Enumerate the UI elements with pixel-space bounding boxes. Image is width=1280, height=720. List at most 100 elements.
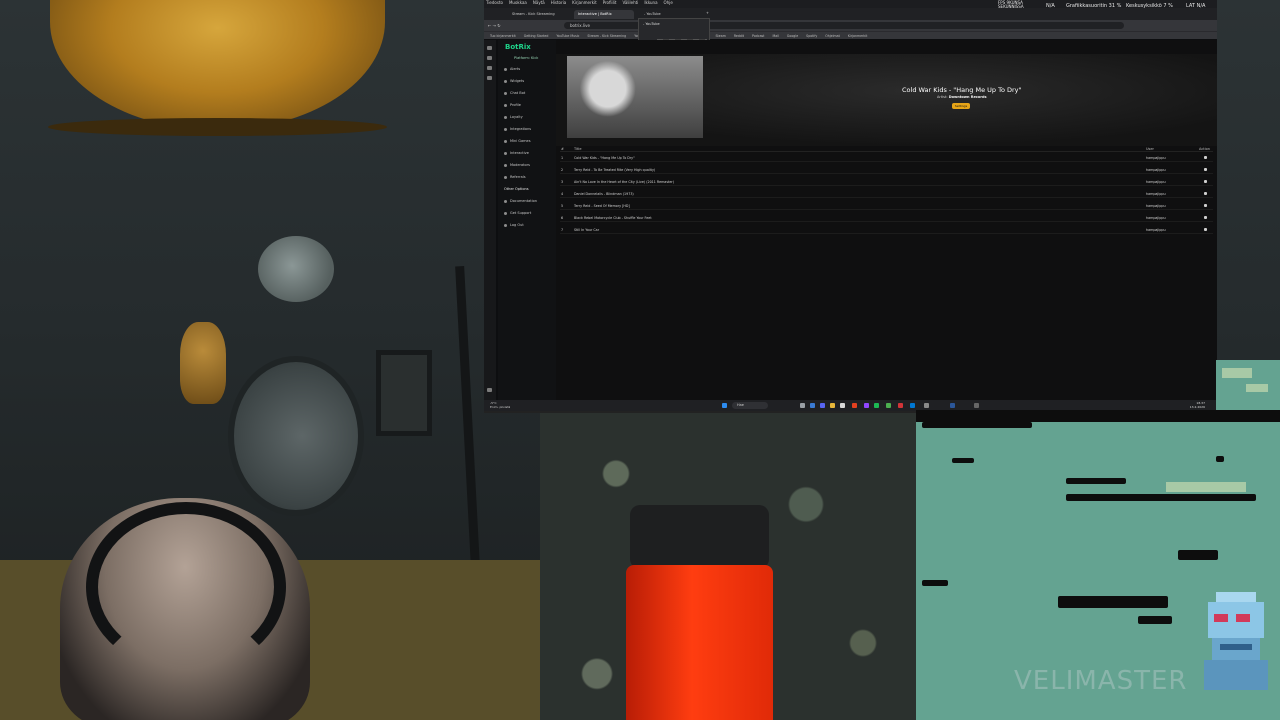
- game-terrain: [1066, 494, 1256, 501]
- os-menu-item[interactable]: Tiedosto: [486, 0, 503, 5]
- taskbar-search[interactable]: Hae: [732, 402, 768, 409]
- sidebar-item-alerts[interactable]: Alerts: [504, 67, 520, 71]
- sidebar-item-icon: [504, 127, 507, 131]
- start-icon[interactable]: [722, 403, 727, 408]
- sidebar-item-log-out[interactable]: Log Out: [504, 223, 524, 227]
- sidebar-item-referrals[interactable]: Referrals: [504, 175, 526, 179]
- now-playing-title: Cold War Kids - "Hang Me Up To Dry": [902, 86, 1022, 94]
- delete-icon[interactable]: [1204, 180, 1207, 183]
- row-user: hampajippu: [1146, 216, 1166, 220]
- bookmark-item[interactable]: Google: [787, 34, 798, 38]
- os-menu-item[interactable]: Historia: [551, 0, 566, 5]
- twitch-icon[interactable]: [864, 403, 869, 408]
- bookmark-item[interactable]: Tuo kirjanmerkit: [490, 34, 516, 38]
- sidebar-item-label: Loyalty: [510, 115, 523, 119]
- sidebar-item-mini-games[interactable]: Mini Games: [504, 139, 531, 143]
- tab-botrix[interactable]: Interactive | BotRix: [574, 10, 634, 19]
- bookmark-item[interactable]: Reddit: [734, 34, 744, 38]
- sidebar-item-integrations[interactable]: Integrations: [504, 127, 531, 131]
- row-number: 5: [561, 204, 564, 208]
- rail-downloads-icon[interactable]: [487, 76, 492, 80]
- bookmark-item[interactable]: Stream - Kick Streaming: [587, 34, 626, 38]
- bookmark-item[interactable]: Podcast: [752, 34, 764, 38]
- spotify-icon[interactable]: [874, 403, 879, 408]
- os-menubar: Tiedosto Muokkaa Näytä Historia Kirjanmerkit…: [484, 0, 1217, 9]
- os-menu-item[interactable]: Näytä: [533, 0, 545, 5]
- video-thumbnail[interactable]: [567, 56, 703, 138]
- sidebar-item-widgets[interactable]: Widgets: [504, 79, 524, 83]
- bookmark-item[interactable]: Spotify: [806, 34, 817, 38]
- sidebar-item-interactive[interactable]: Interactive: [504, 151, 529, 155]
- sidebar-item-loyalty[interactable]: Loyalty: [504, 115, 523, 119]
- task-view-icon[interactable]: [800, 403, 805, 408]
- nav-arrows-icon[interactable]: ← → ↻: [488, 23, 501, 28]
- row-user: hampajippu: [1146, 192, 1166, 196]
- rail-bookmark-icon[interactable]: [487, 56, 492, 60]
- gold-figurine: [180, 322, 226, 404]
- sidebar-item-documentation[interactable]: Documentation: [504, 199, 537, 203]
- sidebar-item-label: Get Support: [510, 211, 532, 215]
- sidebar-item-chat-bot[interactable]: Chat Bot: [504, 91, 525, 95]
- folder-icon[interactable]: [830, 403, 835, 408]
- os-menu-item[interactable]: Muokkaa: [509, 0, 527, 5]
- bookmark-item[interactable]: Getting Started: [524, 34, 549, 38]
- microphone-head: [630, 505, 769, 569]
- row-user: hampajippu: [1146, 228, 1166, 232]
- os-menu-item[interactable]: Ohje: [664, 0, 673, 5]
- sidebar-item-label: Log Out: [510, 223, 524, 227]
- store-icon[interactable]: [840, 403, 845, 408]
- taskbar-clock[interactable]: 18.37 13.2.2026: [1190, 401, 1205, 409]
- delete-icon[interactable]: [1204, 216, 1207, 219]
- app-icon-grey[interactable]: [924, 403, 929, 408]
- os-menu-item[interactable]: Kirjanmerkit: [572, 0, 596, 5]
- settings-button[interactable]: Settings: [952, 103, 970, 109]
- bookmark-item[interactable]: Mail: [772, 34, 778, 38]
- rail-home-icon[interactable]: [487, 46, 492, 50]
- game-terrain: [1058, 596, 1168, 608]
- game-highlight: [1166, 482, 1246, 492]
- row-user: hampajippu: [1146, 168, 1166, 172]
- obs-icon[interactable]: [852, 403, 857, 408]
- delete-icon[interactable]: [1204, 168, 1207, 171]
- bookmark-item[interactable]: YouTube Music: [556, 34, 579, 38]
- browser-side-rail: [484, 40, 496, 400]
- app-icon-blue[interactable]: [910, 403, 915, 408]
- sidebar-item-label: Other Options: [504, 187, 529, 191]
- sidebar-item-label: Profile: [510, 103, 521, 107]
- os-menu-item[interactable]: Ikkuna: [644, 0, 657, 5]
- edge-icon[interactable]: [810, 403, 815, 408]
- rail-settings-icon[interactable]: [487, 388, 492, 392]
- sidebar-item-icon: [504, 103, 507, 107]
- bookmark-item[interactable]: Ohjelmat: [825, 34, 840, 38]
- botrix-logo[interactable]: BotRix: [505, 43, 531, 51]
- sidebar-item-moderators[interactable]: Moderators: [504, 163, 530, 167]
- game-horizon: [916, 410, 1280, 422]
- delete-icon[interactable]: [1204, 192, 1207, 195]
- artist-label: Artist:: [937, 95, 948, 99]
- app-icon-word[interactable]: [950, 403, 955, 408]
- sidebar-item-other-options: Other Options: [504, 187, 529, 191]
- picture-frame: [376, 350, 432, 436]
- delete-icon[interactable]: [1204, 228, 1207, 231]
- bookmark-item[interactable]: Steam: [716, 34, 726, 38]
- os-menu-item[interactable]: Välilehti: [622, 0, 638, 5]
- os-menu-item[interactable]: Profiilit: [603, 0, 617, 5]
- table-row: 5 Terry Reid - Seed Of Memory [HD] hampaji…: [560, 202, 1213, 210]
- weather-widget[interactable]: -5°C Enim. pilvistä: [490, 401, 510, 409]
- tab-kick[interactable]: Stream - Kick Streaming: [508, 10, 558, 19]
- row-title: Ain't No Love In the Heart of the City (…: [574, 180, 675, 184]
- artist-name: Downtown Records: [948, 95, 987, 99]
- app-icon-terminal[interactable]: [974, 403, 979, 408]
- bookmark-item[interactable]: Kirjanmerkit: [848, 34, 868, 38]
- row-title: Black Rebel Motorcycle Club - Shuffle Yo…: [574, 216, 652, 220]
- sidebar-item-label: Chat Bot: [510, 91, 526, 95]
- delete-icon[interactable]: [1204, 156, 1207, 159]
- browser-window: Tiedosto Muokkaa Näytä Historia Kirjanmerkit…: [484, 0, 1217, 413]
- app-icon-red[interactable]: [898, 403, 903, 408]
- rail-history-icon[interactable]: [487, 66, 492, 70]
- discord-icon[interactable]: [820, 403, 825, 408]
- sidebar-item-profile[interactable]: Profile: [504, 103, 521, 107]
- delete-icon[interactable]: [1204, 204, 1207, 207]
- sidebar-item-get-support[interactable]: Get Support: [504, 211, 531, 215]
- chrome-icon[interactable]: [886, 403, 891, 408]
